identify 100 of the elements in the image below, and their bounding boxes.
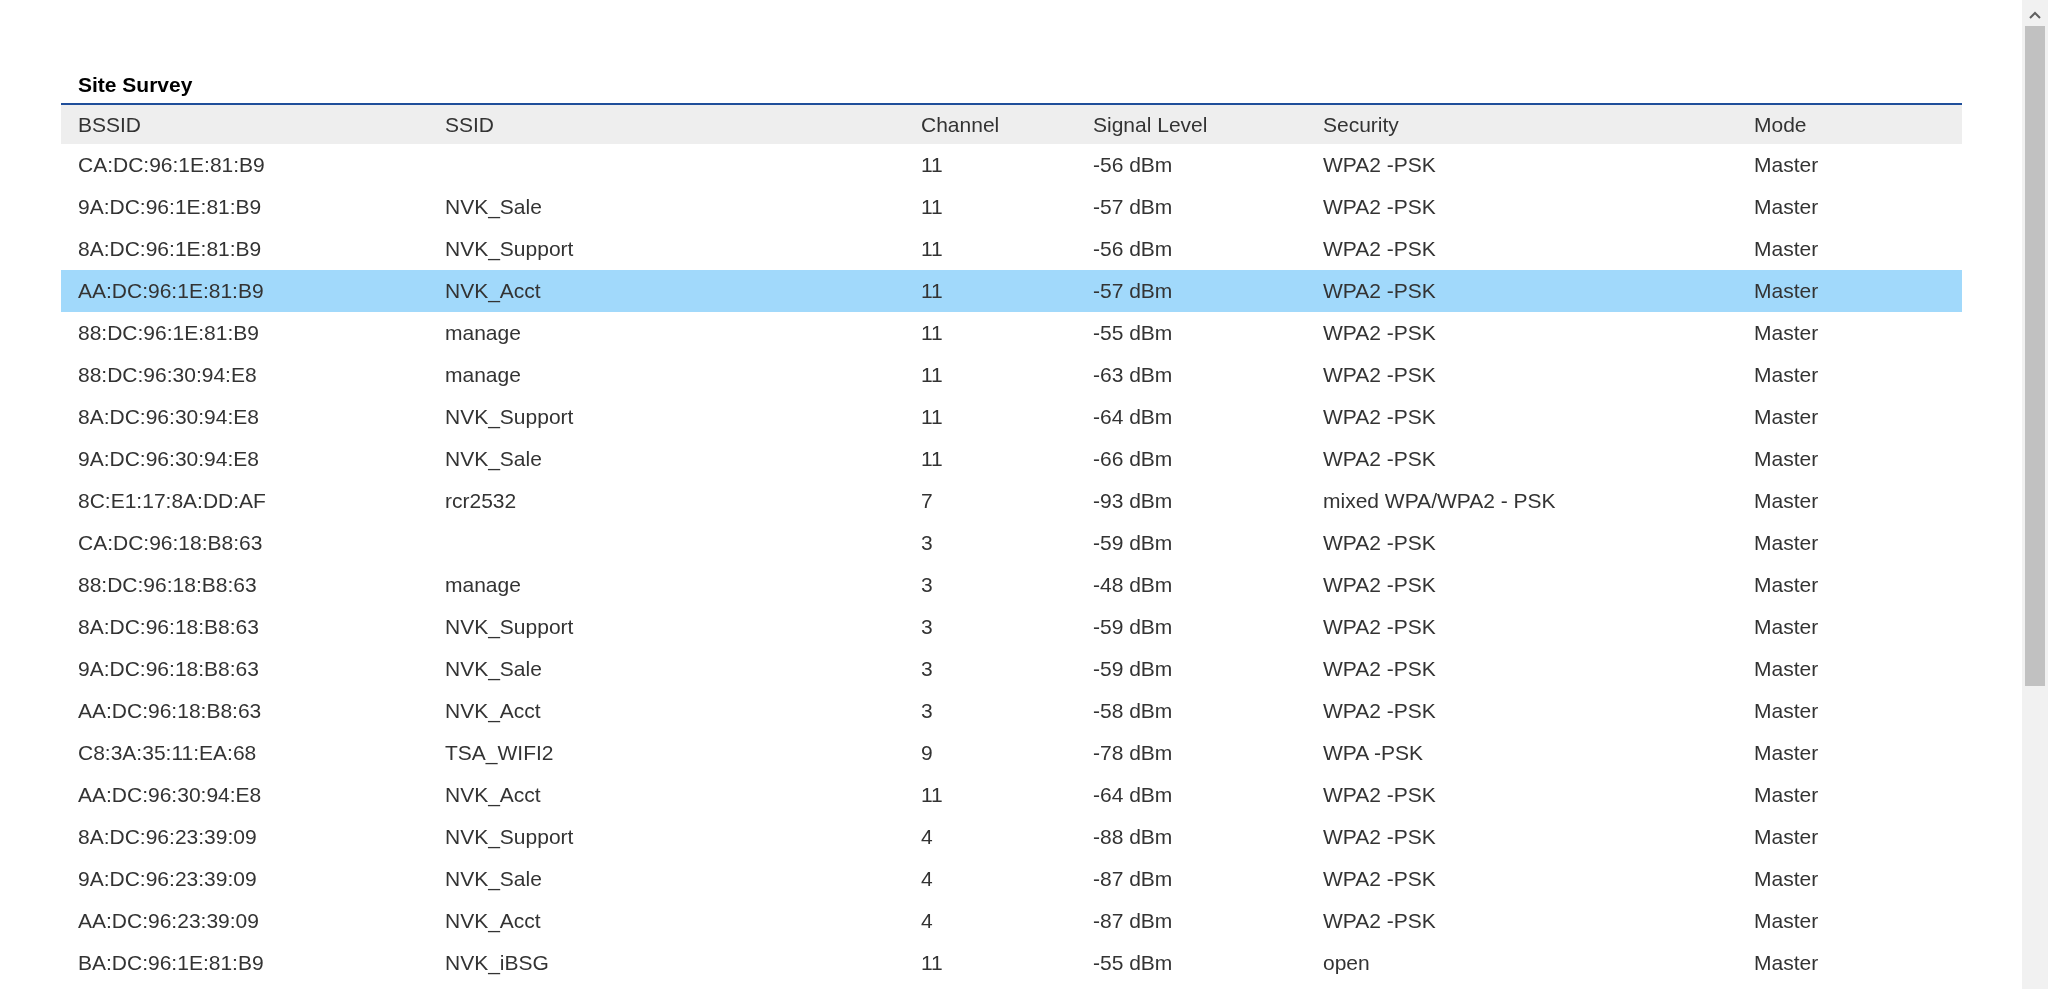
column-header: Signal Level (1093, 112, 1208, 136)
table-cell: AA:DC:96:30:94:E8 (78, 783, 262, 806)
table-cell: 88:DC:96:30:94:E8 (78, 363, 257, 386)
table-cell: 3 (921, 531, 933, 554)
table-row[interactable]: 8A:DC:96:18:B8:63 NVK_Support 3 -59 dBm WPA2 -PSK Master (61, 606, 1962, 648)
table-row[interactable]: 88:DC:96:1E:81:B9 manage 11 -55 dBm WPA2 -PSK Master (61, 312, 1962, 354)
table-cell: Master (1754, 909, 1819, 932)
table-cell: manage (445, 573, 521, 596)
table-cell: 8A:DC:96:1E:81:B9 (78, 237, 262, 260)
column-header: BSSID (78, 112, 142, 136)
table-cell: WPA2 -PSK (1323, 867, 1436, 890)
table-cell: Master (1754, 321, 1819, 344)
table-cell: Master (1754, 447, 1819, 470)
table-row[interactable]: 9A:DC:96:18:B8:63 NVK_Sale 3 -59 dBm WPA2 -PSK Master (61, 648, 1962, 690)
table-cell: WPA2 -PSK (1323, 321, 1436, 344)
table-cell: NVK_Support (445, 825, 574, 848)
table-cell: 3 (921, 699, 933, 722)
table-row[interactable]: 8A:DC:96:1E:81:B9 NVK_Support 11 -56 dBm WPA2 -PSK Master (61, 228, 1962, 270)
table-row[interactable]: 8A:DC:96:30:94:E8 NVK_Support 11 -64 dBm WPA2 -PSK Master (61, 396, 1962, 438)
table-cell: Master (1754, 153, 1819, 176)
table-cell: CA:DC:96:18:B8:63 (78, 531, 263, 554)
table-cell: Master (1754, 867, 1819, 890)
table-row[interactable]: 88:DC:96:30:94:E8 manage 11 -63 dBm WPA2 -PSK Master (61, 354, 1962, 396)
column-header: Security (1323, 112, 1399, 136)
table-cell: -64 dBm (1093, 405, 1173, 428)
table-cell: 88:DC:96:18:B8:63 (78, 573, 257, 596)
table-cell: 9A:DC:96:23:39:09 (78, 867, 257, 890)
table-cell: AA:DC:96:23:39:09 (78, 909, 259, 932)
table-cell: NVK_Acct (445, 699, 541, 722)
table-cell: 11 (921, 195, 943, 218)
table-cell: manage (445, 321, 521, 344)
table-cell: Master (1754, 573, 1819, 596)
table-cell: 7 (921, 489, 933, 512)
table-cell: 11 (921, 321, 943, 344)
table-cell: NVK_Sale (445, 195, 542, 218)
table-cell: WPA2 -PSK (1323, 153, 1436, 176)
table-cell: WPA2 -PSK (1323, 237, 1436, 260)
table-cell: -57 dBm (1093, 195, 1173, 218)
scrollbar-thumb[interactable] (2025, 26, 2045, 686)
table-cell: mixed WPA/WPA2 - PSK (1323, 489, 1556, 512)
table-cell: NVK_Support (445, 405, 574, 428)
table-cell: Master (1754, 195, 1819, 218)
table-cell: Master (1754, 531, 1819, 554)
table-cell: C8:3A:35:11:EA:68 (78, 741, 257, 764)
table-cell: WPA2 -PSK (1323, 279, 1436, 302)
table-row[interactable]: CA:DC:96:1E:81:B9 11 -56 dBm WPA2 -PSK Master (61, 144, 1962, 186)
table-row[interactable]: BA:DC:96:1E:81:B9 NVK_iBSG 11 -55 dBm open Master (61, 942, 1962, 984)
table-row[interactable]: CA:DC:96:18:B8:63 3 -59 dBm WPA2 -PSK Master (61, 522, 1962, 564)
scrollbar[interactable] (2022, 0, 2048, 989)
table-cell: WPA2 -PSK (1323, 531, 1436, 554)
table-cell: 11 (921, 447, 943, 470)
table-cell: 11 (921, 405, 943, 428)
table-cell: NVK_Support (445, 237, 574, 260)
table-cell: -58 dBm (1093, 699, 1173, 722)
table-row[interactable]: AA:DC:96:1E:81:B9 NVK_Acct 11 -57 dBm WPA2 -PSK Master (61, 270, 1962, 312)
table-row[interactable]: AA:DC:96:23:39:09 NVK_Acct 4 -87 dBm WPA2 -PSK Master (61, 900, 1962, 942)
table-cell: open (1323, 951, 1370, 974)
table-cell: -59 dBm (1093, 615, 1173, 638)
table-cell: Master (1754, 615, 1819, 638)
table-row[interactable]: 88:DC:96:18:B8:63 manage 3 -48 dBm WPA2 -PSK Master (61, 564, 1962, 606)
table-cell: WPA2 -PSK (1323, 405, 1436, 428)
table-cell: NVK_Sale (445, 867, 542, 890)
table-cell: 3 (921, 657, 933, 680)
table-row[interactable]: 9A:DC:96:23:39:09 NVK_Sale 4 -87 dBm WPA2 -PSK Master (61, 858, 1962, 900)
table-row[interactable]: 8C:E1:17:8A:DD:AF rcr2532 7 -93 dBm mixed WPA/WPA2 - PSK Master (61, 480, 1962, 522)
table-cell: 8C:E1:17:8A:DD:AF (78, 489, 266, 512)
table-cell: BA:DC:96:1E:81:B9 (78, 951, 264, 974)
table-cell: WPA2 -PSK (1323, 363, 1436, 386)
table-cell: -93 dBm (1093, 489, 1173, 512)
table-cell: WPA2 -PSK (1323, 615, 1436, 638)
table-cell: CA:DC:96:1E:81:B9 (78, 153, 265, 176)
table-cell: -55 dBm (1093, 321, 1173, 344)
table-cell: 8A:DC:96:18:B8:63 (78, 615, 259, 638)
table-cell: 88:DC:96:1E:81:B9 (78, 321, 259, 344)
table-cell: manage (445, 363, 521, 386)
table-row[interactable]: C8:3A:35:11:EA:68 TSA_WIFI2 9 -78 dBm WPA -PSK Master (61, 732, 1962, 774)
table-cell: Master (1754, 279, 1819, 302)
table-row[interactable]: 9A:DC:96:1E:81:B9 NVK_Sale 11 -57 dBm WPA2 -PSK Master (61, 186, 1962, 228)
table-cell: 11 (921, 237, 943, 260)
table-cell: WPA2 -PSK (1323, 909, 1436, 932)
table-cell: WPA2 -PSK (1323, 573, 1436, 596)
table-cell: NVK_Acct (445, 909, 541, 932)
table-cell: -55 dBm (1093, 951, 1173, 974)
table-cell: 11 (921, 279, 943, 302)
table-cell: NVK_Acct (445, 279, 541, 302)
table-row[interactable]: 8A:DC:96:23:39:09 NVK_Support 4 -88 dBm WPA2 -PSK Master (61, 816, 1962, 858)
table-row[interactable]: 9A:DC:96:30:94:E8 NVK_Sale 11 -66 dBm WPA2 -PSK Master (61, 438, 1962, 480)
table-cell: 9A:DC:96:30:94:E8 (78, 447, 259, 470)
table-cell: 8A:DC:96:23:39:09 (78, 825, 257, 848)
table-cell: -59 dBm (1093, 531, 1173, 554)
table-cell: -63 dBm (1093, 363, 1173, 386)
table-cell: Master (1754, 237, 1819, 260)
table-cell: 11 (921, 783, 943, 806)
table-cell: Master (1754, 951, 1819, 974)
table-cell: 3 (921, 615, 933, 638)
table-row[interactable]: AA:DC:96:18:B8:63 NVK_Acct 3 -58 dBm WPA2 -PSK Master (61, 690, 1962, 732)
table-cell: rcr2532 (445, 489, 517, 512)
table-cell: 9A:DC:96:1E:81:B9 (78, 195, 262, 218)
section-title: Site Survey (77, 73, 194, 98)
table-row[interactable]: AA:DC:96:30:94:E8 NVK_Acct 11 -64 dBm WPA2 -PSK Master (61, 774, 1962, 816)
